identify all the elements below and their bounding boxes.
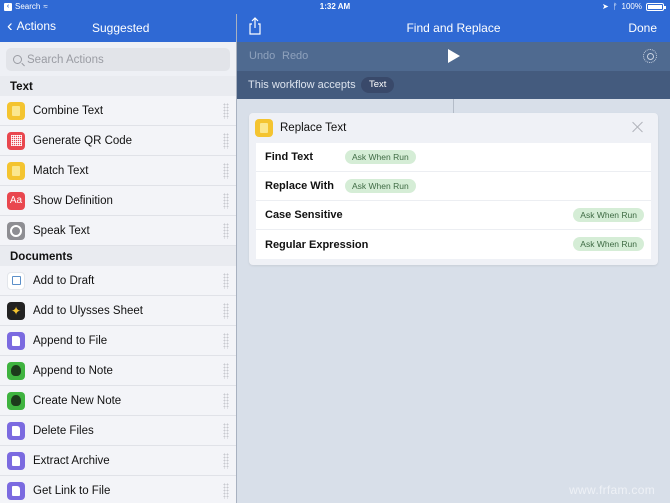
- drag-handle-icon[interactable]: [223, 423, 229, 439]
- action-label: Add to Draft: [33, 274, 95, 287]
- action-item-append-to-file[interactable]: Append to File: [0, 326, 236, 356]
- bluetooth-icon: ᚠ: [612, 2, 618, 11]
- action-item-add-to-draft[interactable]: Add to Draft: [0, 266, 236, 296]
- drag-handle-icon[interactable]: [223, 103, 229, 119]
- action-label: Append to File: [33, 334, 108, 347]
- chevron-left-icon: ‹: [7, 16, 13, 35]
- drag-handle-icon[interactable]: [223, 223, 229, 239]
- param-name: Case Sensitive: [265, 209, 343, 221]
- gear-icon[interactable]: [643, 49, 657, 63]
- ask-when-run-token[interactable]: Ask When Run: [573, 208, 644, 222]
- text-icon: [7, 161, 25, 180]
- drag-handle-icon[interactable]: [223, 453, 229, 469]
- drag-handle-icon[interactable]: [223, 363, 229, 379]
- action-item-generate-qr-code[interactable]: Generate QR Code: [0, 126, 236, 156]
- ask-when-run-token[interactable]: Ask When Run: [345, 179, 416, 193]
- play-icon[interactable]: [448, 49, 460, 63]
- action-item-extract-archive[interactable]: Extract Archive: [0, 446, 236, 476]
- drag-handle-icon[interactable]: [223, 133, 229, 149]
- text-icon: [7, 101, 25, 120]
- search-icon: [13, 55, 22, 64]
- drag-handle-icon[interactable]: [223, 193, 229, 209]
- action-item-add-to-ulysses-sheet[interactable]: ✦ Add to Ulysses Sheet: [0, 296, 236, 326]
- actions-back-button[interactable]: ‹ Actions: [7, 16, 57, 35]
- accepts-type-badge[interactable]: Text: [361, 77, 395, 93]
- section-header-text: Text: [0, 76, 236, 96]
- action-label: Combine Text: [33, 104, 104, 117]
- text-icon: [255, 119, 273, 137]
- action-label: Match Text: [33, 164, 89, 177]
- editor-nav-bar: Find and Replace Done: [237, 14, 670, 42]
- param-name: Find Text: [265, 151, 314, 163]
- accepts-label: This workflow accepts: [248, 79, 356, 91]
- settings-icon: [7, 221, 25, 240]
- undo-button[interactable]: Undo: [249, 50, 275, 62]
- file-icon: [7, 451, 25, 470]
- actions-sidebar: Text Combine Text Generate QR Code Match…: [0, 42, 236, 503]
- action-label: Append to Note: [33, 364, 113, 377]
- action-item-append-to-note[interactable]: Append to Note: [0, 356, 236, 386]
- action-label: Delete Files: [33, 424, 94, 437]
- action-label: Show Definition: [33, 194, 113, 207]
- action-label: Create New Note: [33, 394, 122, 407]
- action-item-match-text[interactable]: Match Text: [0, 156, 236, 186]
- ask-when-run-token[interactable]: Ask When Run: [345, 150, 416, 164]
- param-name: Regular Expression: [265, 238, 369, 251]
- watermark-text: www.frfam.com: [569, 483, 655, 497]
- location-icon: ➤: [602, 2, 609, 11]
- dictionary-icon: Aa: [7, 191, 25, 210]
- flow-connector-line: [453, 99, 454, 113]
- qr-code-icon: [7, 131, 25, 150]
- action-label: Add to Ulysses Sheet: [33, 304, 143, 317]
- actions-back-label: Actions: [16, 19, 57, 33]
- param-regular-expression[interactable]: Regular Expression Ask When Run: [256, 230, 651, 259]
- redo-button[interactable]: Redo: [282, 50, 308, 62]
- file-icon: [7, 481, 25, 500]
- action-item-delete-files[interactable]: Delete Files: [0, 416, 236, 446]
- drag-handle-icon[interactable]: [223, 483, 229, 499]
- battery-icon: [646, 2, 666, 11]
- action-item-create-new-note[interactable]: Create New Note: [0, 386, 236, 416]
- evernote-icon: [7, 391, 25, 410]
- ulysses-butterfly-icon: ✦: [7, 301, 25, 320]
- action-item-speak-text[interactable]: Speak Text: [0, 216, 236, 246]
- status-time: 1:32 AM: [319, 2, 351, 11]
- replace-text-action-card: Replace Text Find Text Ask When Run Repl…: [249, 113, 658, 265]
- action-item-combine-text[interactable]: Combine Text: [0, 96, 236, 126]
- action-label: Get Link to File: [33, 484, 111, 497]
- evernote-icon: [7, 361, 25, 380]
- workflow-accepts-bar: This workflow accepts Text: [237, 71, 670, 99]
- sidebar-title: Suggested: [92, 21, 150, 35]
- file-icon: [7, 421, 25, 440]
- close-icon[interactable]: [632, 121, 644, 133]
- param-find-text[interactable]: Find Text Ask When Run: [256, 143, 651, 172]
- drag-handle-icon[interactable]: [223, 273, 229, 289]
- action-item-show-definition[interactable]: Aa Show Definition: [0, 186, 236, 216]
- action-label: Speak Text: [33, 224, 90, 237]
- drag-handle-icon[interactable]: [223, 333, 229, 349]
- action-label: Generate QR Code: [33, 134, 133, 147]
- file-icon: [7, 331, 25, 350]
- status-bar: ‹ Search ≈ 1:32 AM ➤ ᚠ 100%: [0, 0, 670, 14]
- ask-when-run-token[interactable]: Ask When Run: [573, 237, 644, 251]
- param-case-sensitive[interactable]: Case Sensitive Ask When Run: [256, 201, 651, 230]
- action-card-header[interactable]: Replace Text: [249, 113, 658, 143]
- section-header-documents: Documents: [0, 246, 236, 266]
- editor-toolbar: Undo Redo: [237, 42, 670, 71]
- drag-handle-icon[interactable]: [223, 393, 229, 409]
- action-label: Extract Archive: [33, 454, 110, 467]
- drag-handle-icon[interactable]: [223, 303, 229, 319]
- workflow-title: Find and Replace: [406, 21, 501, 35]
- drag-handle-icon[interactable]: [223, 163, 229, 179]
- action-item-get-link-to-file[interactable]: Get Link to File: [0, 476, 236, 503]
- drafts-icon: [7, 271, 25, 290]
- done-button[interactable]: Done: [628, 21, 657, 35]
- param-name: Replace With: [265, 180, 334, 192]
- battery-percent: 100%: [621, 2, 642, 11]
- param-replace-with[interactable]: Replace With Ask When Run: [256, 172, 651, 201]
- search-bar[interactable]: [6, 48, 230, 71]
- sidebar-nav-bar: ‹ Actions Suggested: [0, 14, 236, 42]
- search-input[interactable]: [27, 53, 217, 66]
- action-card-title: Replace Text: [280, 122, 347, 134]
